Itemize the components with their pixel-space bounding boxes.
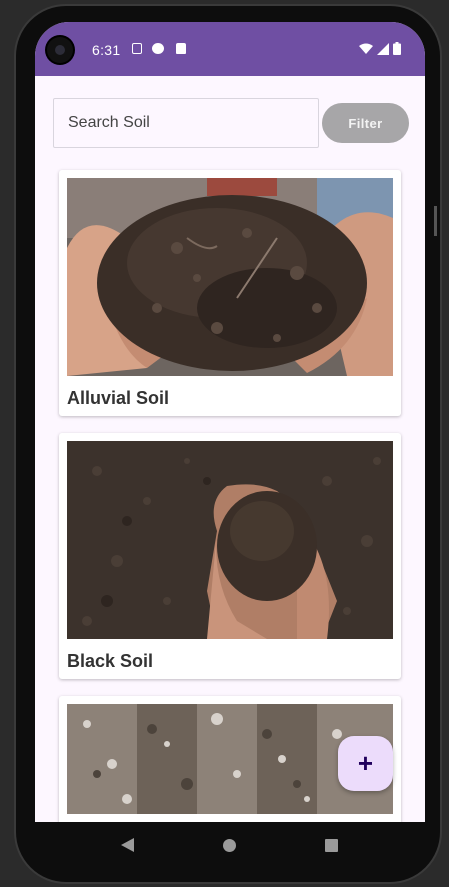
notification-a-icon bbox=[132, 43, 142, 54]
status-time: 6:31 bbox=[92, 42, 121, 58]
alluvial-soil-image bbox=[67, 178, 393, 376]
main-content: Filter bbox=[35, 76, 425, 822]
soil-card-black[interactable]: Black Soil bbox=[59, 433, 401, 679]
search-field[interactable] bbox=[53, 98, 319, 148]
side-button bbox=[434, 206, 437, 236]
app-screen: 6:31 Filter bbox=[35, 22, 425, 822]
back-icon[interactable] bbox=[121, 838, 134, 852]
search-input[interactable] bbox=[54, 99, 318, 147]
signal-icon bbox=[377, 42, 389, 55]
black-soil-image bbox=[67, 441, 393, 639]
navigation-bar bbox=[35, 822, 425, 870]
notification-card-icon bbox=[176, 43, 186, 54]
wifi-icon bbox=[359, 43, 373, 54]
filter-button[interactable]: Filter bbox=[322, 103, 409, 143]
add-soil-button[interactable]: + bbox=[338, 736, 393, 791]
front-camera bbox=[47, 37, 73, 63]
soil-card-title: Alluvial Soil bbox=[67, 388, 170, 408]
soil-card-title: Black Soil bbox=[67, 651, 154, 671]
soil-card-alluvial[interactable]: Alluvial Soil bbox=[59, 170, 401, 416]
status-bar: 6:31 bbox=[35, 22, 425, 76]
home-icon[interactable] bbox=[223, 839, 236, 852]
battery-icon bbox=[393, 42, 401, 55]
recents-icon[interactable] bbox=[325, 839, 338, 852]
notification-circle-icon bbox=[152, 43, 164, 54]
